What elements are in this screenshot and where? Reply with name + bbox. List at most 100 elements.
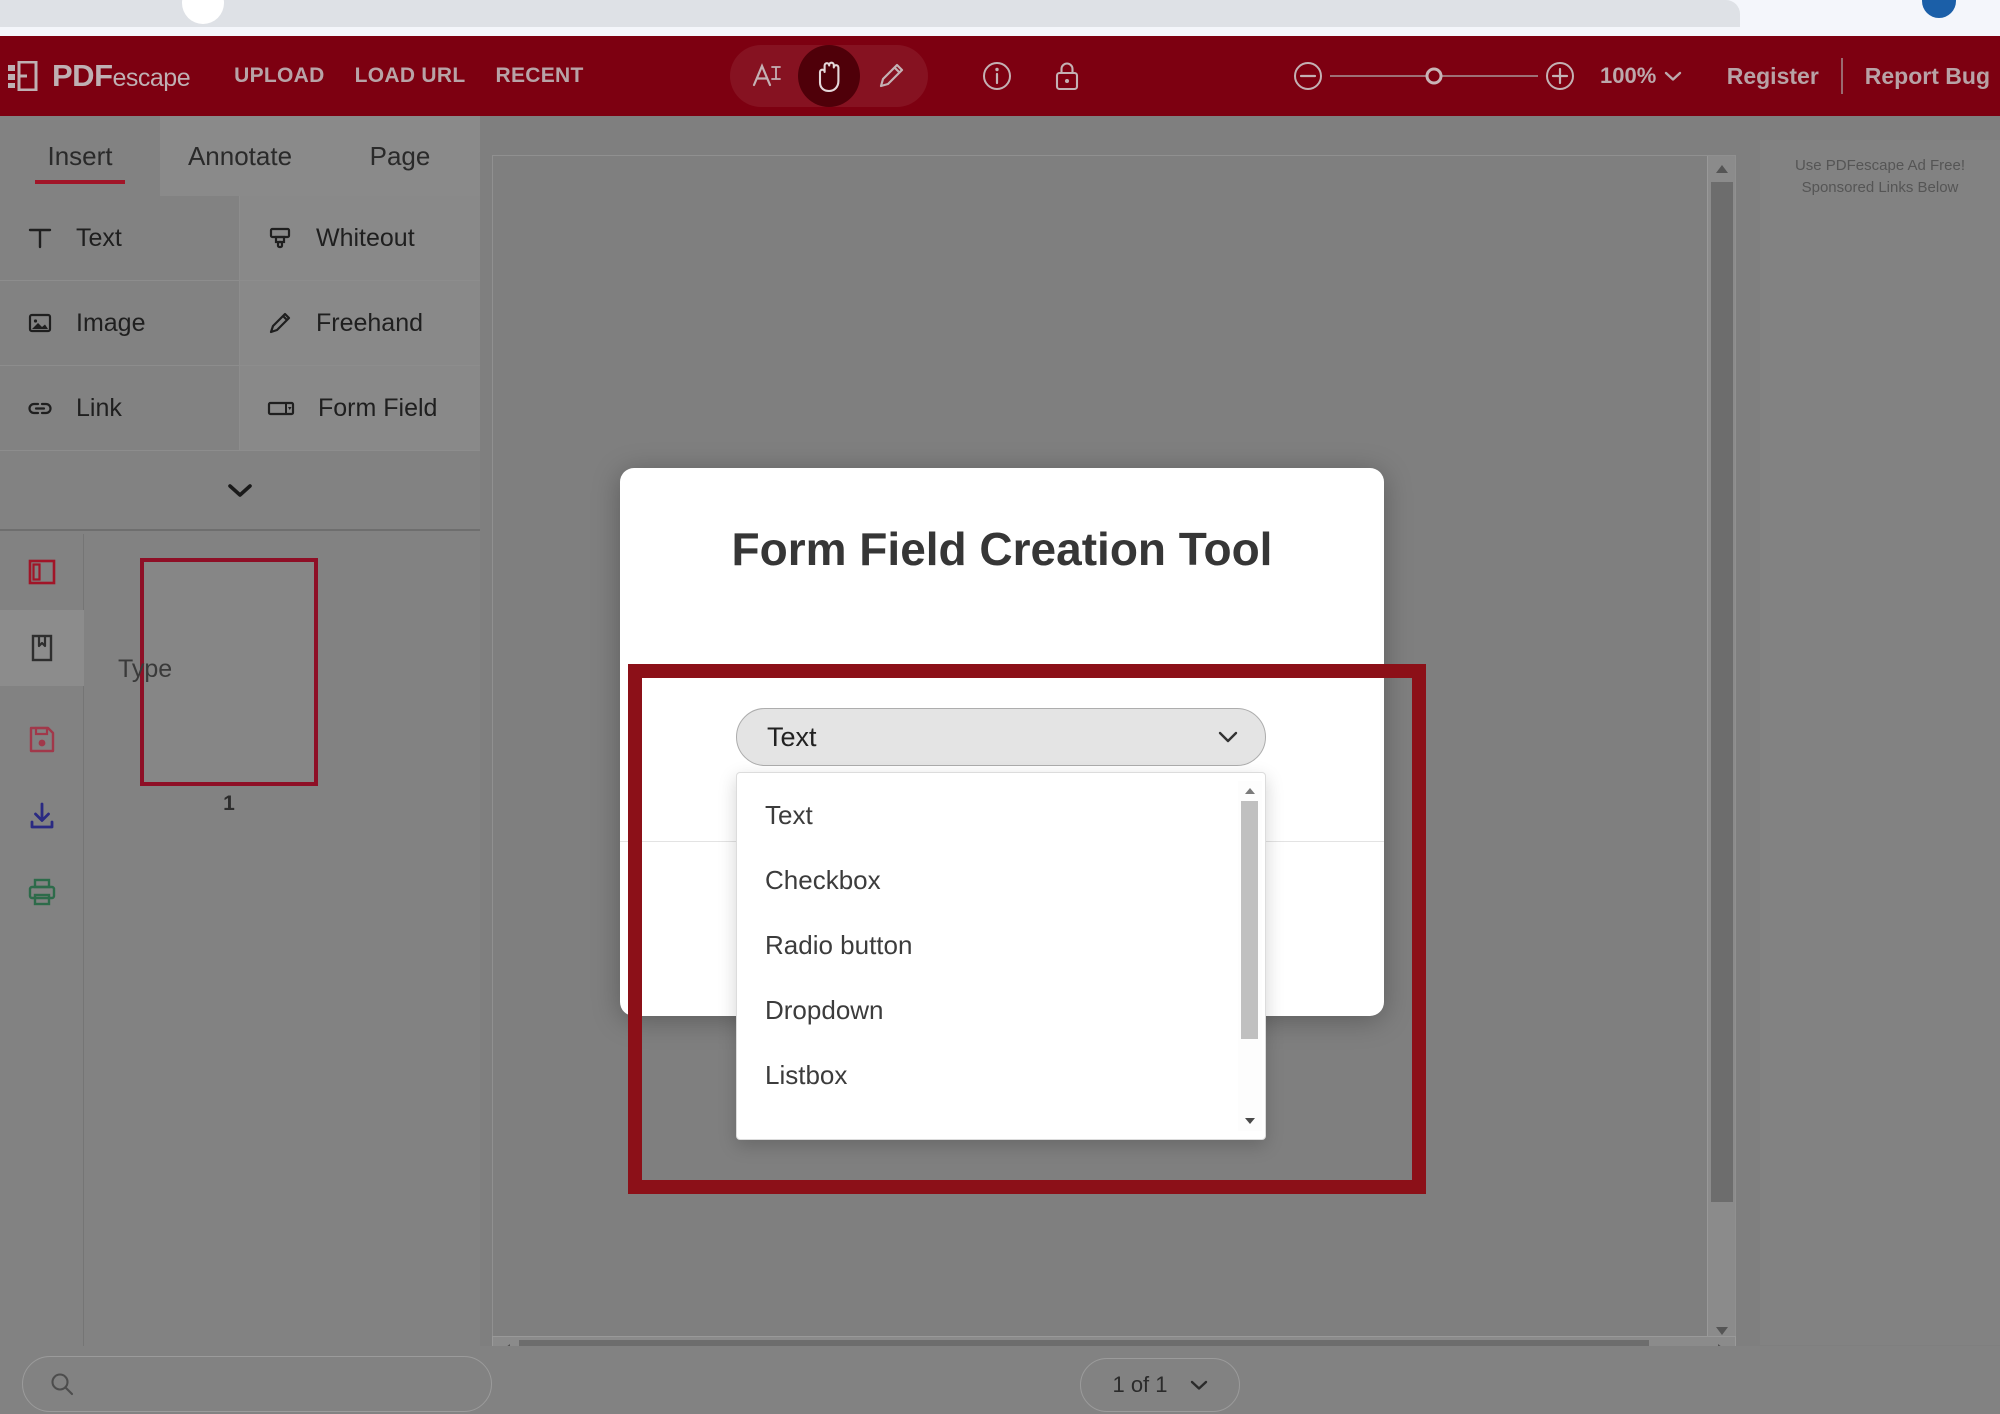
zoom-slider-track[interactable]: [1330, 67, 1538, 85]
insert-tool-form-field[interactable]: Form Field: [240, 366, 480, 451]
zoom-control: 100%: [1290, 58, 1682, 94]
zoom-level-value: 100%: [1600, 63, 1657, 88]
field-type-option-list[interactable]: Text Checkbox Radio button Dropdown List…: [736, 772, 1266, 1140]
search-box[interactable]: [22, 1356, 492, 1412]
chevron-down-icon: [1217, 730, 1239, 744]
zoom-out-icon[interactable]: [1290, 58, 1326, 94]
field-type-option-text[interactable]: Text: [737, 783, 1265, 848]
text-icon: [26, 224, 54, 252]
zoom-level-dropdown[interactable]: 100%: [1600, 63, 1682, 89]
hand-icon: [813, 59, 845, 93]
nav-upload[interactable]: UPLOAD: [234, 64, 324, 88]
insert-tool-freehand-label: Freehand: [316, 308, 424, 337]
pdfescape-logo-icon: [8, 61, 42, 91]
sidebar-icon-rail: [0, 534, 84, 1346]
field-type-select-value: Text: [767, 721, 817, 752]
insert-tool-link-label: Link: [76, 393, 122, 422]
text-select-tool-button[interactable]: [736, 45, 798, 107]
scroll-down-icon[interactable]: [1238, 1111, 1262, 1131]
sidebar-item-bookmarks[interactable]: [0, 610, 84, 686]
header-account-links: Register Report Bug: [1727, 58, 1990, 94]
search-input[interactable]: [89, 1371, 449, 1397]
nav-recent[interactable]: RECENT: [495, 64, 583, 88]
sidebar-item-print[interactable]: [0, 854, 84, 930]
register-link[interactable]: Register: [1727, 63, 1819, 90]
pencil-icon: [875, 60, 907, 92]
bottom-status-bar: 1 of 1: [0, 1346, 2000, 1414]
pencil-icon: [266, 309, 294, 337]
insert-tool-text[interactable]: Text: [0, 196, 240, 281]
field-type-option-radio-button[interactable]: Radio button: [737, 913, 1265, 978]
option-list-scrollbar[interactable]: [1238, 781, 1262, 1131]
bookmarks-icon: [28, 632, 56, 664]
ad-rail: Use PDFescape Ad Free! Sponsored Links B…: [1760, 140, 2000, 1345]
insert-tool-freehand[interactable]: Freehand: [240, 281, 480, 366]
scroll-up-icon[interactable]: [1708, 156, 1736, 182]
tab-insert[interactable]: Insert: [0, 116, 160, 196]
ad-rail-note: Use PDFescape Ad Free! Sponsored Links B…: [1760, 140, 2000, 199]
insert-tool-link[interactable]: Link: [0, 366, 240, 451]
browser-profile-avatar[interactable]: [1922, 0, 1956, 18]
chevron-down-icon: [1190, 1379, 1208, 1391]
header-tool-group: [730, 45, 1082, 107]
left-sidebar: Insert Annotate Page Text Whiteout Image…: [0, 116, 480, 1346]
insert-tool-whiteout-label: Whiteout: [316, 223, 415, 252]
ad-rail-line2: Sponsored Links Below: [1801, 178, 1959, 196]
chevron-down-icon: [226, 481, 254, 499]
save-icon: [27, 724, 57, 756]
page-selector[interactable]: 1 of 1: [1080, 1358, 1240, 1412]
image-icon: [26, 309, 54, 337]
zoom-slider-handle[interactable]: [1425, 67, 1443, 85]
sidebar-item-download[interactable]: [0, 778, 84, 854]
sidebar-item-save[interactable]: [0, 702, 84, 778]
form-field-icon: [266, 394, 296, 422]
canvas-vertical-scrollbar[interactable]: [1707, 156, 1735, 1344]
search-icon: [49, 1371, 75, 1397]
download-icon: [26, 800, 58, 832]
app-header: PDFescape UPLOAD LOAD URL RECENT 100% Re…: [0, 36, 2000, 116]
link-icon: [26, 394, 54, 422]
insert-tool-image[interactable]: Image: [0, 281, 240, 366]
field-type-option-listbox[interactable]: Listbox: [737, 1043, 1265, 1108]
insert-tool-whiteout[interactable]: Whiteout: [240, 196, 480, 281]
whiteout-brush-icon: [266, 224, 294, 252]
header-divider: [1840, 58, 1843, 94]
hand-tool-button[interactable]: [798, 45, 860, 107]
page-thumbnail-label: 1: [223, 792, 235, 815]
mode-tool-pill: [730, 45, 928, 107]
print-icon: [26, 876, 58, 908]
field-type-label: Type: [118, 655, 173, 683]
field-type-select[interactable]: Text: [736, 708, 1266, 766]
header-utility-icons: [980, 59, 1082, 93]
insert-tool-image-label: Image: [76, 308, 146, 337]
modal-title: Form Field Creation Tool: [731, 523, 1273, 575]
insert-tool-text-label: Text: [76, 223, 122, 252]
text-select-icon: [750, 59, 784, 93]
browser-tab-strip[interactable]: [0, 0, 1740, 27]
sidebar-item-pages[interactable]: [0, 534, 84, 610]
info-icon[interactable]: [980, 59, 1014, 93]
draw-tool-button[interactable]: [860, 45, 922, 107]
tab-annotate[interactable]: Annotate: [160, 116, 320, 196]
nav-load-url[interactable]: LOAD URL: [355, 64, 466, 88]
app-logo[interactable]: PDFescape: [8, 58, 191, 94]
tab-page[interactable]: Page: [320, 116, 480, 196]
canvas-vscroll-thumb[interactable]: [1711, 182, 1733, 1202]
app-logo-text: PDFescape: [52, 58, 191, 93]
ad-rail-line1: Use PDFescape Ad Free!: [1794, 157, 1966, 174]
insert-tool-grid: Text Whiteout Image Freehand Link Form F…: [0, 196, 480, 451]
page-indicator-label: 1 of 1: [1112, 1372, 1168, 1397]
option-list-scroll-thumb[interactable]: [1241, 801, 1258, 1039]
report-bug-link[interactable]: Report Bug: [1865, 63, 1990, 90]
zoom-in-icon[interactable]: [1542, 58, 1578, 94]
scroll-up-icon[interactable]: [1238, 781, 1262, 801]
field-type-option-checkbox[interactable]: Checkbox: [737, 848, 1265, 913]
sidebar-expand-more-button[interactable]: [0, 451, 480, 531]
sidebar-tabs: Insert Annotate Page: [0, 116, 480, 196]
lock-icon[interactable]: [1052, 59, 1082, 93]
pages-panel-icon: [26, 556, 58, 588]
chevron-down-icon: [1664, 70, 1682, 82]
field-type-option-dropdown[interactable]: Dropdown: [737, 978, 1265, 1043]
header-nav: UPLOAD LOAD URL RECENT: [234, 64, 584, 88]
browser-chrome: [0, 0, 2000, 36]
